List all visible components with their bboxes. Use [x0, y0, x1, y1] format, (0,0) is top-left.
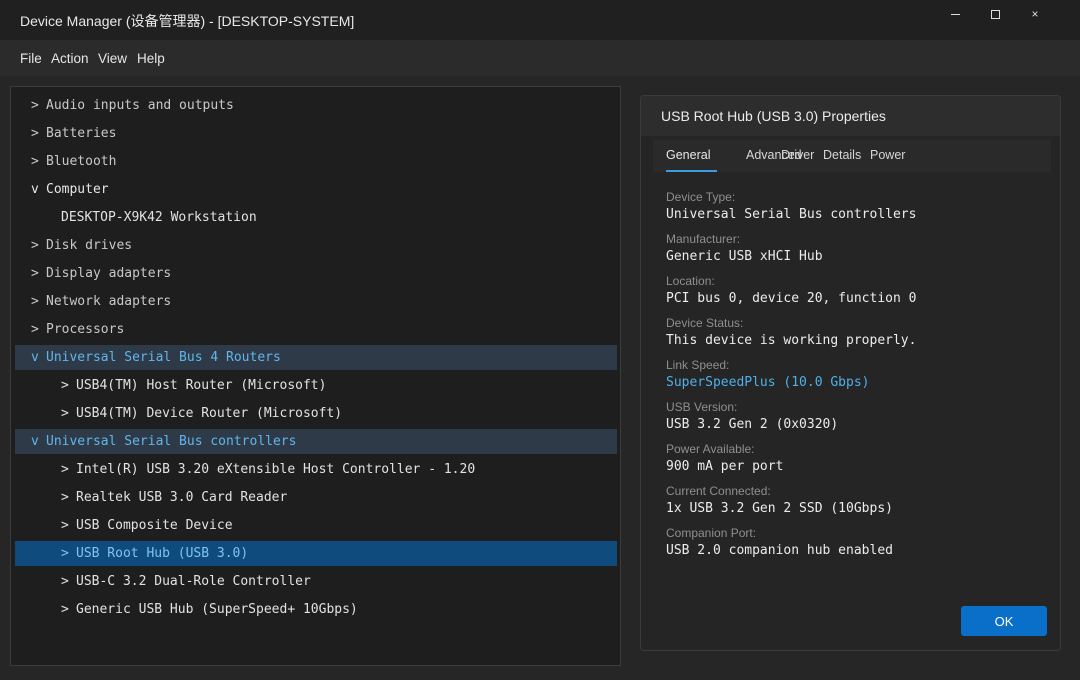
- chevron-right-icon: >: [61, 602, 69, 617]
- chevron-right-icon: >: [61, 378, 69, 393]
- maximize-button[interactable]: [975, 4, 1015, 24]
- tree-item-usb4-host-router[interactable]: > USB4(TM) Host Router (Microsoft): [15, 373, 617, 398]
- tree-item-usb4-routers[interactable]: v Universal Serial Bus 4 Routers: [15, 345, 617, 370]
- chevron-right-icon: >: [61, 546, 69, 561]
- device-tree: > Audio inputs and outputs > Batteries > Bl…: [10, 86, 621, 666]
- tab-details[interactable]: Details: [823, 148, 861, 162]
- tree-item-label: Universal Serial Bus controllers: [46, 434, 297, 449]
- tree-item-batteries[interactable]: > Batteries: [15, 121, 617, 146]
- device-type-value: Universal Serial Bus controllers: [666, 207, 917, 222]
- chevron-right-icon: >: [61, 518, 69, 533]
- usb-version-value: USB 3.2 Gen 2 (0x0320): [666, 417, 839, 432]
- tree-item-label: Bluetooth: [46, 154, 117, 169]
- tree-item-label: Disk drives: [46, 238, 133, 253]
- link-speed-value: SuperSpeedPlus (10.0 Gbps): [666, 375, 870, 390]
- menu-help[interactable]: Help: [137, 51, 165, 66]
- tree-item-label: USB-C 3.2 Dual-Role Controller: [76, 574, 311, 589]
- ok-button[interactable]: OK: [961, 606, 1047, 636]
- tree-item-display-adapters[interactable]: > Display adapters: [15, 261, 617, 286]
- tree-item-workstation[interactable]: DESKTOP-X9K42 Workstation: [15, 205, 617, 230]
- chevron-right-icon: >: [31, 266, 39, 281]
- chevron-right-icon: >: [61, 574, 69, 589]
- tree-item-usb4-device-router[interactable]: > USB4(TM) Device Router (Microsoft): [15, 401, 617, 426]
- chevron-down-icon: v: [31, 182, 39, 197]
- tree-item-label: USB Composite Device: [76, 518, 233, 533]
- title-bar: Device Manager (设备管理器) - [DESKTOP-SYSTEM…: [0, 0, 1080, 40]
- current-connected-value: 1x USB 3.2 Gen 2 SSD (10Gbps): [666, 501, 893, 516]
- device-type-label: Device Type:: [666, 190, 736, 204]
- location-value: PCI bus 0, device 20, function 0: [666, 291, 917, 306]
- current-connected-label: Current Connected:: [666, 484, 771, 498]
- tree-item-label: Batteries: [46, 126, 117, 141]
- tree-item-label: USB4(TM) Host Router (Microsoft): [76, 378, 327, 393]
- chevron-down-icon: v: [31, 350, 39, 365]
- tree-item-usb-composite-device[interactable]: > USB Composite Device: [15, 513, 617, 538]
- menu-action[interactable]: Action: [51, 51, 89, 66]
- properties-dialog: USB Root Hub (USB 3.0) Properties Genera…: [640, 95, 1061, 651]
- tab-power[interactable]: Power: [870, 148, 905, 162]
- tree-item-label: Network adapters: [46, 294, 172, 309]
- tree-item-audio[interactable]: > Audio inputs and outputs: [15, 93, 617, 118]
- manufacturer-label: Manufacturer:: [666, 232, 741, 246]
- menu-file[interactable]: File: [20, 51, 42, 66]
- tree-item-disk-drives[interactable]: > Disk drives: [15, 233, 617, 258]
- tree-item-usb-controllers[interactable]: v Universal Serial Bus controllers: [15, 429, 617, 454]
- tree-item-realtek-card-reader[interactable]: > Realtek USB 3.0 Card Reader: [15, 485, 617, 510]
- tree-item-computer[interactable]: v Computer: [15, 177, 617, 202]
- tab-general[interactable]: General: [666, 148, 710, 162]
- chevron-right-icon: >: [61, 462, 69, 477]
- minimize-button[interactable]: [935, 4, 975, 24]
- window-title: Device Manager (设备管理器) - [DESKTOP-SYSTEM…: [20, 13, 355, 29]
- tree-item-label: USB Root Hub (USB 3.0): [76, 546, 249, 561]
- tree-item-label: Display adapters: [46, 266, 172, 281]
- usb-version-label: USB Version:: [666, 400, 738, 414]
- chevron-right-icon: >: [31, 154, 39, 169]
- tree-item-label: Processors: [46, 322, 125, 337]
- close-icon: ×: [1031, 7, 1039, 21]
- tree-item-label: Realtek USB 3.0 Card Reader: [76, 490, 288, 505]
- menu-view[interactable]: View: [98, 51, 127, 66]
- tree-item-usb-root-hub[interactable]: > USB Root Hub (USB 3.0): [15, 541, 617, 566]
- companion-port-value: USB 2.0 companion hub enabled: [666, 543, 893, 558]
- tree-item-label: Computer: [46, 182, 109, 197]
- tree-item-label: DESKTOP-X9K42 Workstation: [61, 210, 257, 225]
- minimize-icon: [950, 13, 960, 15]
- menu-bar: File Action View Help: [0, 40, 1080, 76]
- tree-item-label: Universal Serial Bus 4 Routers: [46, 350, 281, 365]
- device-status-value: This device is working properly.: [666, 333, 917, 348]
- device-status-label: Device Status:: [666, 316, 744, 330]
- tree-item-bluetooth[interactable]: > Bluetooth: [15, 149, 617, 174]
- link-speed-label: Link Speed:: [666, 358, 730, 372]
- dialog-title: USB Root Hub (USB 3.0) Properties: [661, 108, 886, 124]
- chevron-right-icon: >: [31, 322, 39, 337]
- chevron-right-icon: >: [61, 406, 69, 421]
- chevron-right-icon: >: [31, 126, 39, 141]
- power-available-label: Power Available:: [666, 442, 755, 456]
- dialog-tabs: General Advanced Driver Details Power: [653, 140, 1051, 172]
- chevron-right-icon: >: [61, 490, 69, 505]
- tree-item-network-adapters[interactable]: > Network adapters: [15, 289, 617, 314]
- tree-item-processors[interactable]: > Processors: [15, 317, 617, 342]
- tree-item-label: Generic USB Hub (SuperSpeed+ 10Gbps): [76, 602, 358, 617]
- tree-item-label: USB4(TM) Device Router (Microsoft): [76, 406, 343, 421]
- tree-item-label: Intel(R) USB 3.20 eXtensible Host Contro…: [76, 462, 476, 477]
- active-tab-indicator: [666, 170, 717, 172]
- power-available-value: 900 mA per port: [666, 459, 784, 474]
- chevron-right-icon: >: [31, 238, 39, 253]
- tree-item-generic-usb-hub[interactable]: > Generic USB Hub (SuperSpeed+ 10Gbps): [15, 597, 617, 622]
- chevron-right-icon: >: [31, 98, 39, 113]
- location-label: Location:: [666, 274, 715, 288]
- companion-port-label: Companion Port:: [666, 526, 757, 540]
- dialog-header: USB Root Hub (USB 3.0) Properties: [641, 96, 1060, 136]
- manufacturer-value: Generic USB xHCI Hub: [666, 249, 823, 264]
- tree-item-intel-host-controller[interactable]: > Intel(R) USB 3.20 eXtensible Host Contr…: [15, 457, 617, 482]
- tree-item-label: Audio inputs and outputs: [46, 98, 234, 113]
- chevron-down-icon: v: [31, 434, 39, 449]
- tab-driver[interactable]: Driver: [781, 148, 814, 162]
- tree-item-usb-c-controller[interactable]: > USB-C 3.2 Dual-Role Controller: [15, 569, 617, 594]
- close-button[interactable]: ×: [1015, 4, 1055, 24]
- chevron-right-icon: >: [31, 294, 39, 309]
- maximize-icon: [990, 9, 1000, 19]
